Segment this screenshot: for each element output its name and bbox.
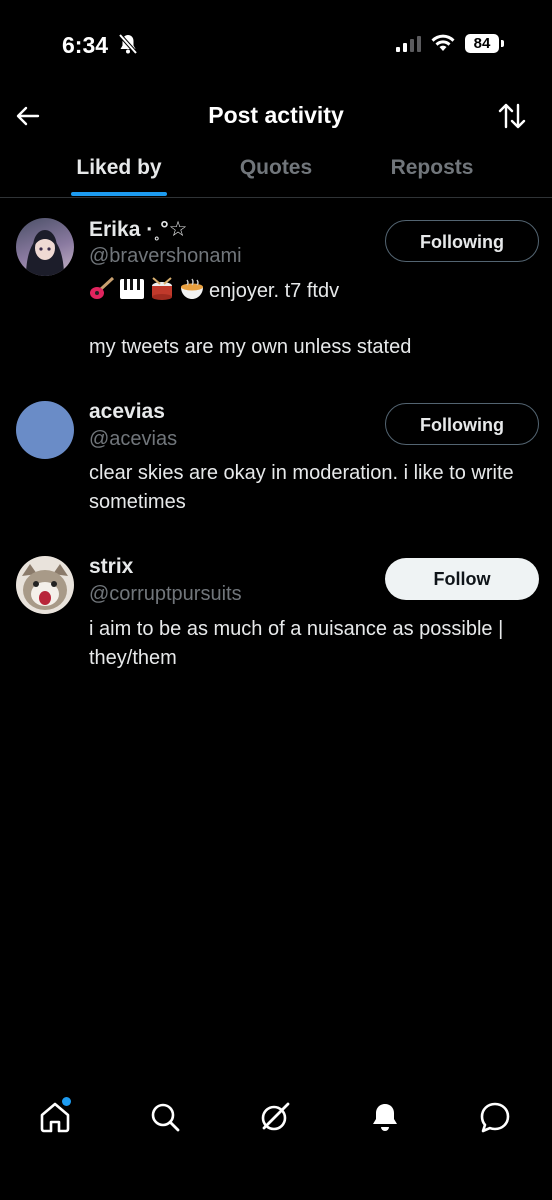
user-row[interactable]: acevias @acevias clear skies are okay in…: [0, 400, 552, 520]
bowl-emoji: [179, 277, 205, 301]
notifications-icon[interactable]: [368, 1100, 402, 1134]
user-row[interactable]: strix @corruptpursuits i aim to be as mu…: [0, 555, 552, 675]
messages-icon[interactable]: [478, 1100, 512, 1134]
page-title: Post activity: [208, 102, 344, 128]
avatar[interactable]: [16, 218, 74, 276]
tab-quotes[interactable]: Quotes: [196, 156, 356, 180]
follow-button[interactable]: Follow: [385, 558, 539, 600]
user-handle: @corruptpursuits: [89, 583, 242, 605]
tab-liked-by[interactable]: Liked by: [39, 156, 199, 180]
battery-tip: [501, 40, 504, 47]
piano-emoji: [119, 277, 145, 301]
bell-muted-icon: [118, 33, 138, 60]
status-bar: 6:34 84: [0, 0, 552, 92]
wifi-icon: [430, 33, 456, 58]
sort-icon[interactable]: [496, 100, 528, 137]
user-bio: enjoyer. t7 ftdv: [89, 276, 534, 306]
tab-reposts[interactable]: Reposts: [352, 156, 512, 180]
avatar[interactable]: [16, 401, 74, 459]
search-icon[interactable]: [148, 1100, 182, 1134]
active-tab-indicator: [71, 192, 167, 196]
user-name: acevias: [89, 400, 165, 423]
cell-signal-icon: [396, 36, 422, 57]
following-button[interactable]: Following: [385, 403, 539, 445]
guitar-emoji: [89, 276, 115, 301]
grok-icon[interactable]: [258, 1100, 292, 1134]
user-bio: i aim to be as much of a nuisance as pos…: [89, 618, 504, 669]
home-notification-dot: [62, 1097, 71, 1106]
top-app-bar: Post activity: [0, 92, 552, 140]
drum-emoji: [149, 277, 175, 301]
status-time: 6:34: [62, 32, 109, 58]
user-handle: @acevias: [89, 428, 178, 450]
user-handle: @bravershonami: [89, 245, 242, 267]
user-row[interactable]: Erika ·˳°☆ @bravershonami enjoyer. t7 ft…: [0, 217, 552, 367]
tab-bar: Liked by Quotes Reposts: [0, 140, 552, 198]
following-button[interactable]: Following: [385, 220, 539, 262]
battery-indicator: 84: [465, 34, 499, 53]
user-bio-line-2: my tweets are my own unless stated: [89, 336, 412, 358]
user-bio: clear skies are okay in moderation. i li…: [89, 462, 514, 513]
user-name: strix: [89, 555, 134, 578]
bio-text: enjoyer. t7 ftdv: [209, 280, 340, 302]
user-name: Erika ·˳°☆: [89, 218, 188, 241]
avatar[interactable]: [16, 556, 74, 614]
bottom-nav: [0, 1090, 552, 1150]
